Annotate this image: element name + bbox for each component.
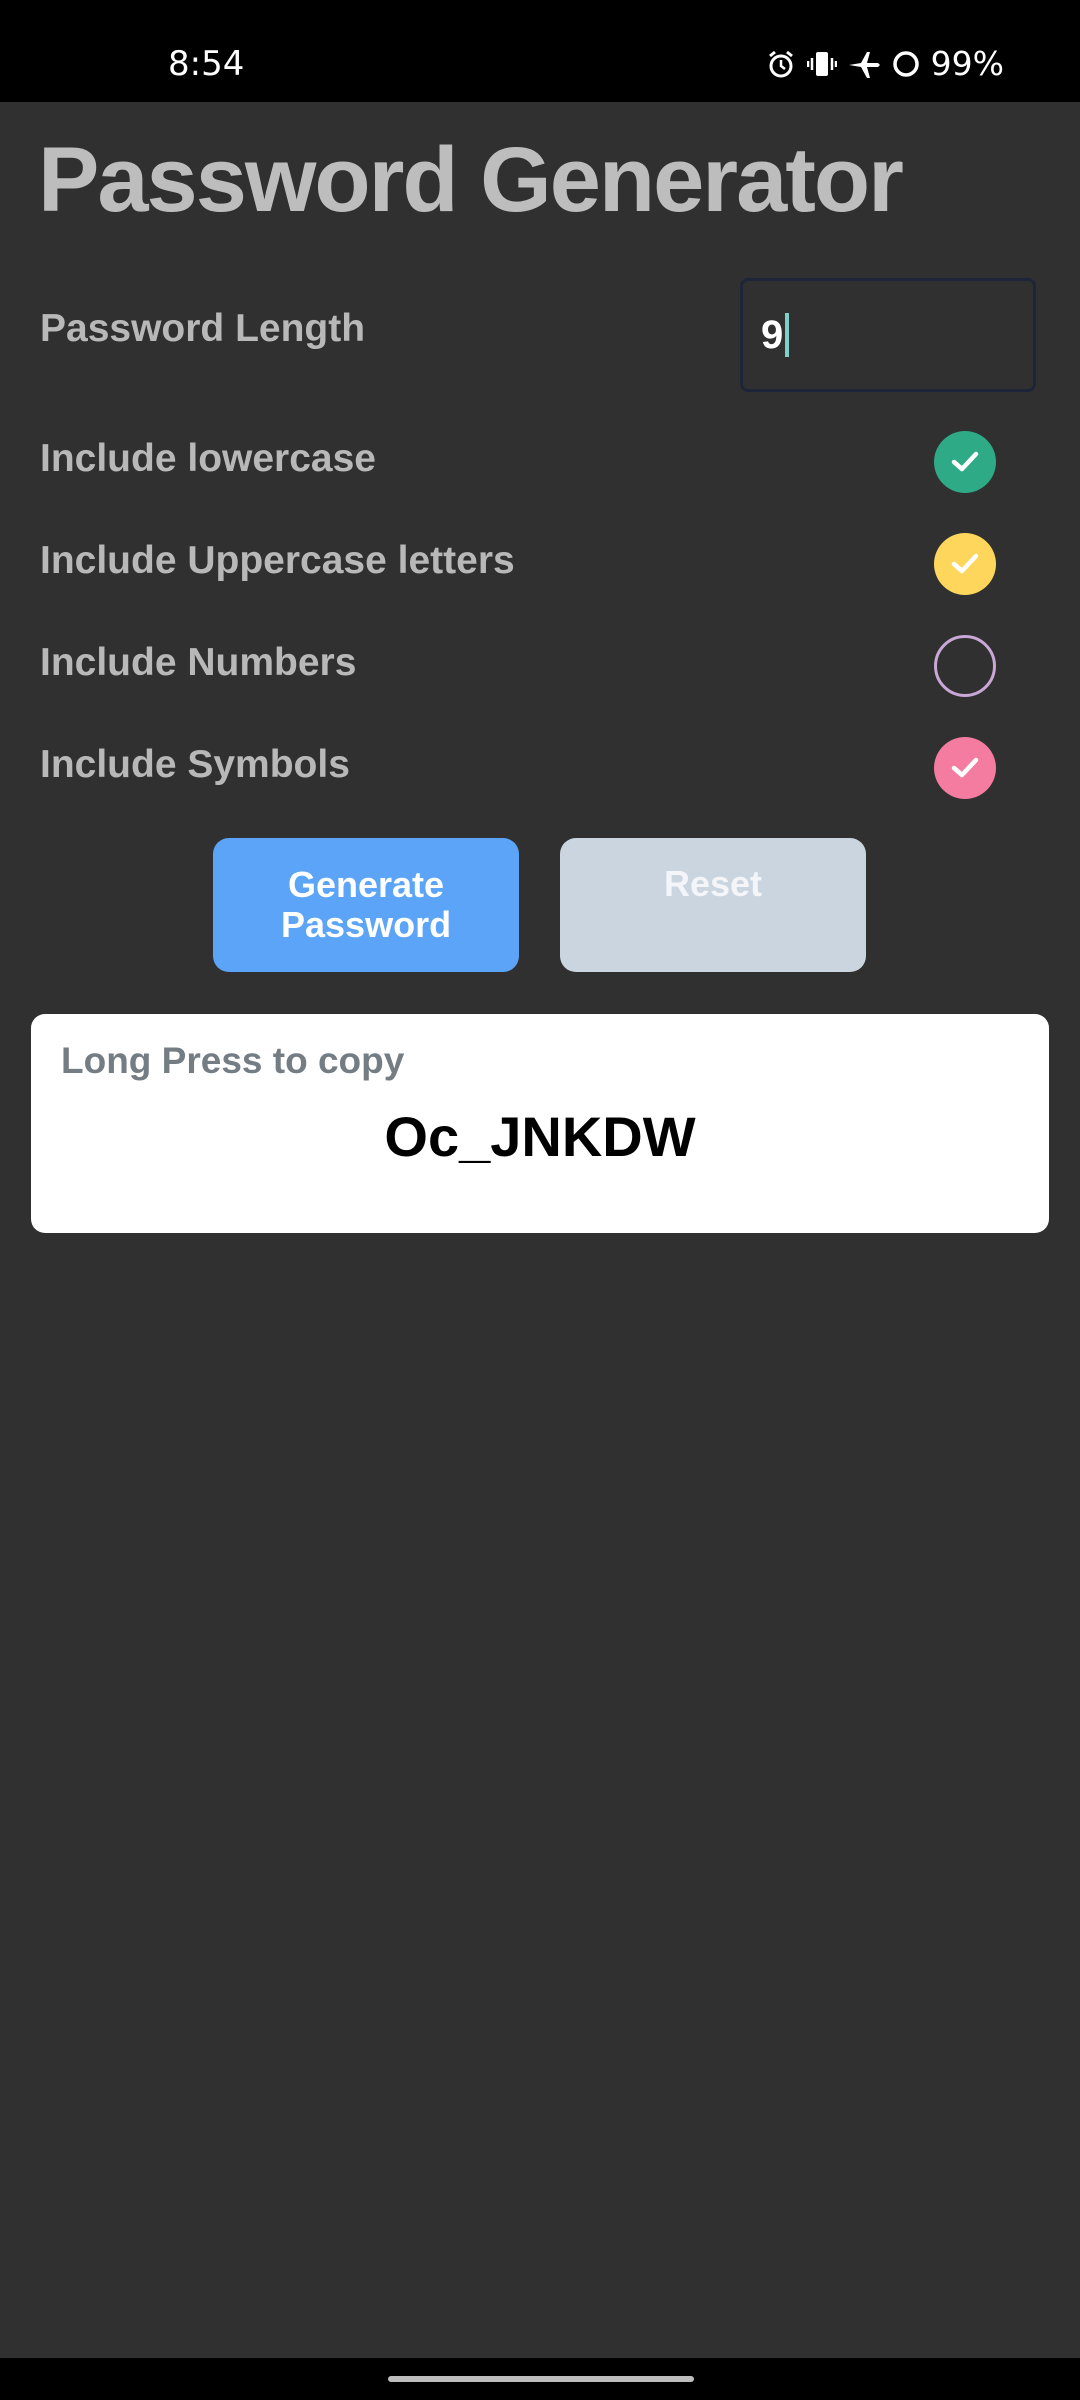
- navigation-bar: [0, 2358, 1080, 2400]
- checkmark-icon: [951, 451, 979, 472]
- password-length-input[interactable]: 9: [740, 278, 1036, 392]
- option-uppercase-label: Include Uppercase letters: [40, 539, 515, 582]
- option-lowercase-label: Include lowercase: [40, 437, 376, 480]
- numbers-checkbox[interactable]: [934, 635, 996, 697]
- option-numbers-label: Include Numbers: [40, 641, 357, 684]
- status-icons: 99%: [765, 44, 1004, 83]
- password-length-value: 9: [761, 312, 784, 357]
- generate-password-label: Generate Password: [281, 864, 452, 945]
- uppercase-checkbox[interactable]: [934, 533, 996, 595]
- page-title: Password Generator: [38, 129, 904, 231]
- generated-password[interactable]: Oc_JNKDW: [31, 1104, 1049, 1169]
- vibrate-icon: [806, 48, 837, 80]
- status-bar: 8:54 99%: [0, 0, 1080, 102]
- battery-level: 99%: [930, 44, 1004, 83]
- checkmark-icon: [951, 553, 979, 574]
- lowercase-checkbox[interactable]: [934, 431, 996, 493]
- home-gesture-handle[interactable]: [388, 2376, 694, 2382]
- airplane-icon: [847, 48, 881, 80]
- symbols-checkbox[interactable]: [934, 737, 996, 799]
- option-symbols-label: Include Symbols: [40, 743, 350, 786]
- password-result-card[interactable]: Long Press to copy Oc_JNKDW: [31, 1014, 1049, 1233]
- password-length-label: Password Length: [40, 307, 366, 350]
- reset-button[interactable]: Reset: [560, 838, 866, 972]
- generate-password-button[interactable]: Generate Password: [213, 838, 519, 972]
- copy-hint: Long Press to copy: [61, 1040, 405, 1081]
- data-saver-icon: [891, 48, 921, 80]
- checkmark-icon: [951, 757, 979, 778]
- status-time: 8:54: [168, 44, 245, 84]
- alarm-icon: [765, 48, 797, 80]
- text-caret: [785, 313, 790, 357]
- reset-label: Reset: [663, 863, 763, 904]
